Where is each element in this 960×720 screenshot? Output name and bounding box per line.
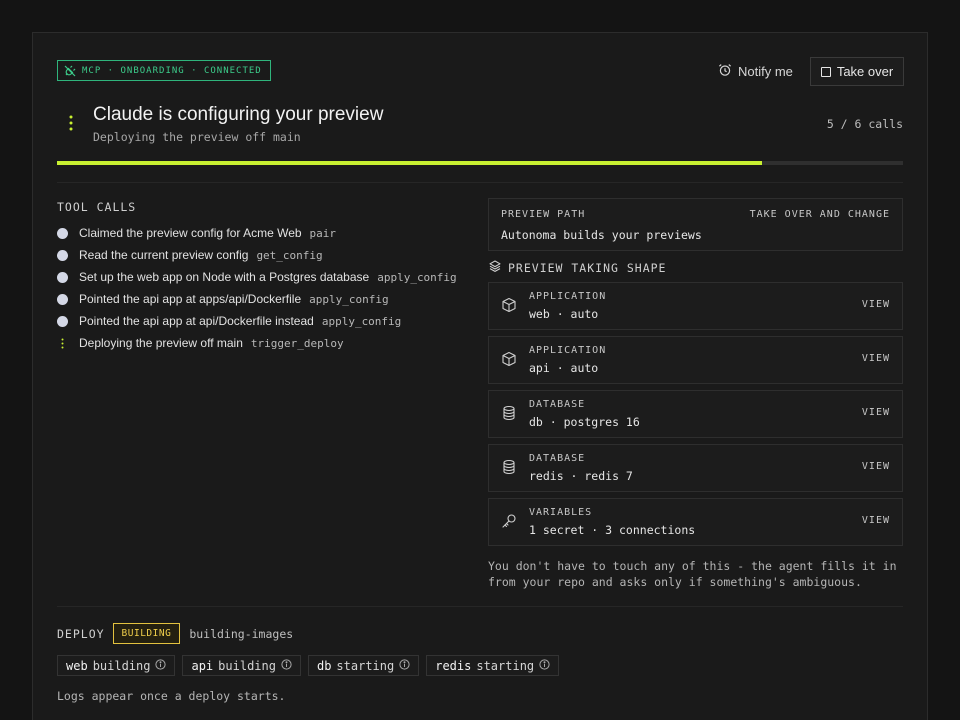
- service-name: redis: [435, 658, 472, 673]
- completed-dot-icon: [57, 315, 68, 327]
- resource-card-db: DATABASE db · postgres 16 VIEW: [488, 390, 903, 438]
- service-status: starting: [476, 658, 535, 673]
- tool-call-item: Claimed the preview config for Acme Web …: [57, 222, 457, 244]
- deploy-heading: DEPLOY: [57, 626, 105, 641]
- mcp-badge-label: MCP · ONBOARDING · CONNECTED: [82, 65, 262, 76]
- onboarding-panel: MCP · ONBOARDING · CONNECTED Notify me T…: [32, 32, 928, 720]
- resource-value: db · postgres 16: [529, 415, 640, 429]
- service-status: starting: [336, 658, 395, 673]
- resource-value: api · auto: [529, 361, 599, 375]
- completed-dot-icon: [57, 249, 68, 261]
- take-over-and-change-link[interactable]: TAKE OVER AND CHANGE: [750, 209, 890, 220]
- preview-shape-label: PREVIEW TAKING SHAPE: [508, 260, 667, 275]
- info-icon[interactable]: [539, 658, 550, 673]
- service-chip-redis[interactable]: redis starting: [426, 655, 560, 676]
- completed-dot-icon: [57, 293, 68, 305]
- take-over-label: Take over: [836, 64, 894, 79]
- service-status: building: [218, 658, 276, 673]
- resource-card-redis: DATABASE redis · redis 7 VIEW: [488, 444, 903, 492]
- logs-note: Logs appear once a deploy starts.: [57, 689, 286, 703]
- preview-path-card: PREVIEW PATH TAKE OVER AND CHANGE Autono…: [488, 198, 903, 251]
- info-icon[interactable]: [155, 658, 167, 673]
- page-title: Claude is configuring your preview: [93, 104, 384, 125]
- view-button[interactable]: VIEW: [862, 299, 890, 310]
- database-icon: [501, 459, 517, 480]
- resource-value: 1 secret · 3 connections: [529, 523, 696, 537]
- resource-value: web · auto: [529, 307, 599, 321]
- tool-call-item-running: Deploying the preview off main trigger_d…: [57, 332, 457, 354]
- tool-call-text: Deploying the preview off main: [79, 336, 243, 350]
- view-button[interactable]: VIEW: [862, 353, 890, 364]
- plug-icon: [64, 65, 76, 77]
- tool-call-name: apply_config: [377, 270, 457, 284]
- resource-type: DATABASE: [529, 453, 586, 464]
- notify-me-label: Notify me: [738, 64, 793, 79]
- agent-note: You don't have to touch any of this - th…: [488, 559, 897, 589]
- tool-call-text: Claimed the preview config for Acme Web: [79, 226, 302, 240]
- service-chip-db[interactable]: db starting: [307, 655, 420, 676]
- resource-type: APPLICATION: [529, 291, 607, 302]
- cube-icon: [501, 297, 517, 318]
- view-button[interactable]: VIEW: [862, 407, 890, 418]
- tool-call-text: Pointed the api app at apps/api/Dockerfi…: [79, 292, 302, 306]
- service-name: web: [66, 658, 88, 673]
- progress-bar: [57, 161, 903, 165]
- cube-icon: [501, 351, 517, 372]
- completed-dot-icon: [57, 271, 68, 283]
- service-chip-api[interactable]: api building: [182, 655, 301, 676]
- service-name: db: [316, 658, 332, 673]
- mcp-connection-badge: MCP · ONBOARDING · CONNECTED: [57, 60, 271, 81]
- resource-card-web: APPLICATION web · auto VIEW: [488, 282, 903, 330]
- key-icon: [501, 513, 517, 534]
- view-button[interactable]: VIEW: [862, 515, 890, 526]
- layers-icon: [489, 260, 501, 275]
- progress-fill: [57, 161, 762, 165]
- deploy-status-row: DEPLOY BUILDING building-images: [57, 623, 293, 644]
- tool-call-name: apply_config: [309, 292, 389, 306]
- resource-card-api: APPLICATION api · auto VIEW: [488, 336, 903, 384]
- building-status-badge: BUILDING: [112, 623, 181, 644]
- database-icon: [501, 405, 517, 426]
- deploy-stage: building-images: [189, 626, 294, 641]
- tool-call-item: Set up the web app on Node with a Postgr…: [57, 266, 457, 288]
- service-name: api: [191, 658, 214, 673]
- resource-value: redis · redis 7: [529, 469, 633, 483]
- view-button[interactable]: VIEW: [862, 461, 890, 472]
- tool-call-item: Read the current preview config get_conf…: [57, 244, 457, 266]
- alarm-clock-icon: [718, 63, 732, 80]
- tool-call-name: trigger_deploy: [250, 336, 344, 350]
- page-subtitle: Deploying the preview off main: [93, 130, 301, 144]
- tool-call-item: Pointed the api app at apps/api/Dockerfi…: [57, 288, 457, 310]
- divider: [57, 606, 903, 607]
- service-chip-web[interactable]: web building: [57, 655, 176, 676]
- service-status: building: [92, 658, 151, 673]
- tool-call-name: apply_config: [321, 314, 402, 328]
- info-icon[interactable]: [281, 658, 292, 673]
- resource-type: APPLICATION: [529, 345, 607, 356]
- tool-call-name: pair: [309, 226, 337, 240]
- divider: [57, 182, 903, 183]
- info-icon[interactable]: [399, 658, 410, 673]
- resource-card-variables: VARIABLES 1 secret · 3 connections VIEW: [488, 498, 903, 546]
- preview-path-label: PREVIEW PATH: [501, 209, 586, 220]
- tool-calls-heading: TOOL CALLS: [57, 200, 137, 214]
- preview-shape-heading: PREVIEW TAKING SHAPE: [489, 260, 666, 275]
- tool-call-text: Set up the web app on Node with a Postgr…: [79, 270, 370, 284]
- running-dots-icon: [57, 338, 68, 349]
- calls-counter: 5 / 6 calls: [826, 117, 903, 131]
- completed-dot-icon: [57, 227, 68, 239]
- notify-me-button[interactable]: Notify me: [718, 63, 793, 80]
- resource-type: DATABASE: [529, 399, 586, 410]
- take-over-button[interactable]: Take over: [810, 57, 904, 86]
- service-status-row: web building api building db starting re…: [57, 655, 560, 676]
- preview-path-value: Autonoma builds your previews: [501, 228, 702, 242]
- checkbox-icon: [820, 66, 831, 77]
- tool-call-name: get_config: [256, 248, 323, 262]
- resource-type: VARIABLES: [529, 507, 593, 518]
- loading-dots-icon: [69, 115, 73, 136]
- tool-calls-list: Claimed the preview config for Acme Web …: [57, 222, 457, 354]
- tool-call-text: Pointed the api app at api/Dockerfile in…: [79, 314, 314, 328]
- tool-call-item: Pointed the api app at api/Dockerfile in…: [57, 310, 457, 332]
- tool-call-text: Read the current preview config: [79, 248, 249, 262]
